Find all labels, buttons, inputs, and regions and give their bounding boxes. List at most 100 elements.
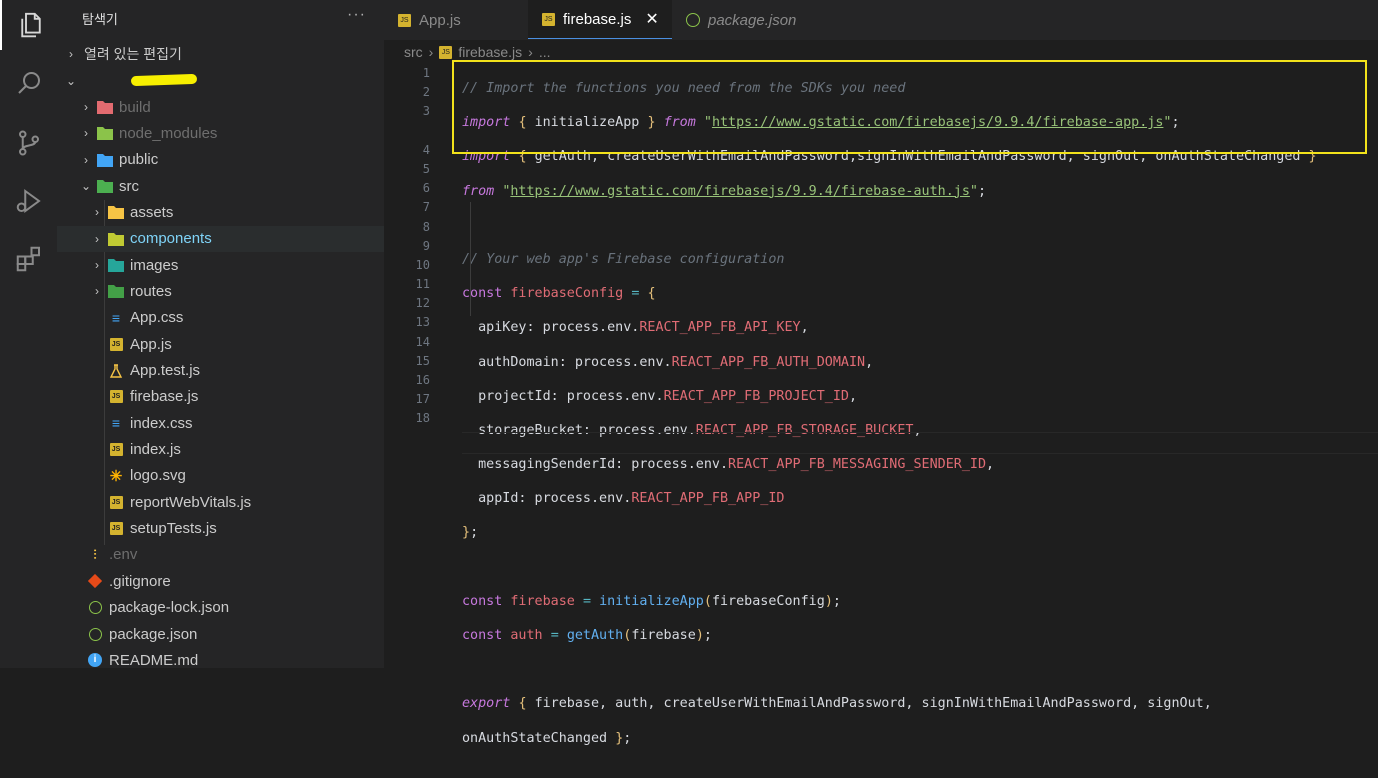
- tree-item-label: src: [119, 177, 139, 195]
- line-number: 15: [415, 353, 430, 368]
- tree-item-label: index.css: [130, 414, 193, 432]
- chevron-right-icon: ›: [84, 152, 88, 167]
- js-file-icon: JS: [108, 521, 124, 537]
- close-icon[interactable]: ✕: [645, 9, 658, 29]
- tree-item-label: reportWebVitals.js: [130, 493, 252, 511]
- folder-icon: [108, 257, 124, 273]
- tree-item-readme-md[interactable]: i README.md: [57, 647, 384, 668]
- extensions-icon[interactable]: [0, 234, 57, 284]
- line-number: 8: [422, 219, 430, 234]
- chevron-right-icon: ›: [95, 205, 99, 220]
- js-file-icon: JS: [398, 13, 411, 27]
- line-number: 11: [415, 277, 430, 292]
- tree-item-public[interactable]: › public: [57, 147, 384, 173]
- git-file-icon: [87, 573, 103, 589]
- line-number: 13: [415, 315, 430, 330]
- tree-item-env[interactable]: ⫶ .env: [57, 542, 384, 568]
- tree-item-routes[interactable]: › routes: [57, 278, 384, 304]
- js-file-icon: JS: [439, 45, 453, 59]
- tree-item-label: logo.svg: [130, 467, 186, 485]
- breadcrumb-file[interactable]: firebase.js: [458, 44, 522, 60]
- tree-item-app-css[interactable]: ≡ App.css: [57, 305, 384, 331]
- search-icon[interactable]: [0, 58, 57, 108]
- tree-item-label: setupTests.js: [130, 520, 217, 538]
- breadcrumb-rest[interactable]: ...: [539, 44, 551, 60]
- tree-item-assets[interactable]: › assets: [57, 199, 384, 225]
- folder-icon: [97, 125, 113, 141]
- editor-tabs: JS App.js JS firebase.js ✕ package.json: [384, 0, 1378, 40]
- tree-item-package-lock-json[interactable]: package-lock.json: [57, 595, 384, 621]
- tree-item-package-json[interactable]: package.json: [57, 621, 384, 647]
- breadcrumb-separator: ›: [428, 44, 434, 60]
- line-number: 16: [415, 373, 430, 387]
- code-content[interactable]: // Import the functions you need from th…: [462, 64, 1317, 778]
- tree-item-logo-svg[interactable]: ✳ logo.svg: [57, 463, 384, 489]
- code-line-7: apiKey: process.env.REACT_APP_FB_API_KEY…: [478, 320, 809, 336]
- chevron-right-icon: ›: [95, 258, 99, 273]
- activity-bar: [0, 0, 57, 668]
- node-file-icon: [686, 13, 700, 27]
- tab-label: firebase.js: [563, 10, 632, 28]
- tree-item-label: package.json: [109, 625, 198, 643]
- css-file-icon: ≡: [111, 415, 121, 432]
- tab-app-js[interactable]: JS App.js: [398, 0, 461, 40]
- code-line-9: projectId: process.env.REACT_APP_FB_PROJ…: [478, 388, 858, 404]
- tree-item-node-modules[interactable]: › node_modules: [57, 120, 384, 146]
- tree-item-index-css[interactable]: ≡ index.css: [57, 410, 384, 436]
- highlight-annotation-box: [452, 60, 1367, 154]
- sidebar-title: 탐색기: [82, 12, 118, 27]
- code-line-5: // Your web app's Firebase configuration: [462, 251, 785, 267]
- current-line-highlight: [462, 432, 1378, 454]
- tab-label: App.js: [419, 11, 461, 29]
- folder-icon: [97, 152, 113, 168]
- line-number: 5: [422, 161, 430, 176]
- js-file-icon: JS: [542, 12, 555, 26]
- explorer-icon[interactable]: [0, 0, 59, 50]
- js-file-icon: JS: [108, 442, 124, 458]
- line-number: 1: [422, 66, 430, 80]
- project-root-row[interactable]: ⌄: [64, 68, 384, 94]
- tab-firebase-js[interactable]: JS firebase.js ✕: [528, 0, 672, 39]
- indent-guide: [470, 202, 471, 316]
- tree-item-label: App.css: [130, 309, 184, 327]
- line-number: [384, 429, 430, 448]
- folder-icon: [108, 231, 124, 247]
- tree-item-index-js[interactable]: JS index.js: [57, 437, 384, 463]
- tree-item-label: .gitignore: [109, 572, 171, 590]
- tree-item-gitignore[interactable]: .gitignore: [57, 568, 384, 594]
- js-file-icon: JS: [108, 389, 124, 405]
- tree-item-firebase-js[interactable]: JS firebase.js: [57, 384, 384, 410]
- tree-item-setuptests-js[interactable]: JS setupTests.js: [57, 516, 384, 542]
- code-line-8: authDomain: process.env.REACT_APP_FB_AUT…: [478, 354, 874, 370]
- tab-package-json[interactable]: package.json: [686, 0, 796, 40]
- line-number: 18: [415, 411, 430, 426]
- line-number: 4: [422, 142, 430, 157]
- breadcrumb-folder[interactable]: src: [404, 44, 423, 60]
- open-editors-section[interactable]: › 열려 있는 편집기: [64, 41, 384, 67]
- tree-item-images[interactable]: › images: [57, 252, 384, 278]
- code-line-18: export { firebase, auth, createUserWithE…: [462, 696, 1212, 712]
- info-icon: i: [87, 652, 103, 668]
- code-editor[interactable]: 1 2 3 4 5 6 7 8 9 10 11 12 13 14 15 16 17 18 // Import th…: [384, 64, 1378, 746]
- folder-icon: [108, 204, 124, 220]
- tree-item-reportwebvitals-js[interactable]: JS reportWebVitals.js: [57, 489, 384, 515]
- line-number: 12: [415, 296, 430, 311]
- tree-item-app-js[interactable]: JS App.js: [57, 331, 384, 357]
- source-control-icon[interactable]: [0, 118, 57, 168]
- chevron-right-icon: ›: [84, 126, 88, 141]
- code-line-15: const firebase = initializeApp(firebaseC…: [462, 593, 841, 609]
- code-line-11: messagingSenderId: process.env.REACT_APP…: [478, 457, 995, 473]
- tree-item-components[interactable]: › components: [57, 225, 384, 252]
- tree-item-app-test-js[interactable]: App.test.js: [57, 358, 384, 384]
- tab-label: package.json: [708, 11, 797, 29]
- line-numbers: 1 2 3 4 5 6 7 8 9 10 11 12 13 14 15 16 17 18: [384, 64, 430, 448]
- line-number: 2: [422, 85, 430, 100]
- tree-item-build[interactable]: › build: [57, 94, 384, 120]
- tree-item-src[interactable]: ⌄ src: [57, 173, 384, 199]
- code-line-3-wrap: from "https://www.gstatic.com/firebasejs…: [462, 183, 987, 199]
- folder-icon: [108, 283, 124, 299]
- run-debug-icon[interactable]: [0, 176, 57, 226]
- more-actions-button[interactable]: ···: [347, 6, 366, 24]
- node-file-icon: [87, 626, 103, 642]
